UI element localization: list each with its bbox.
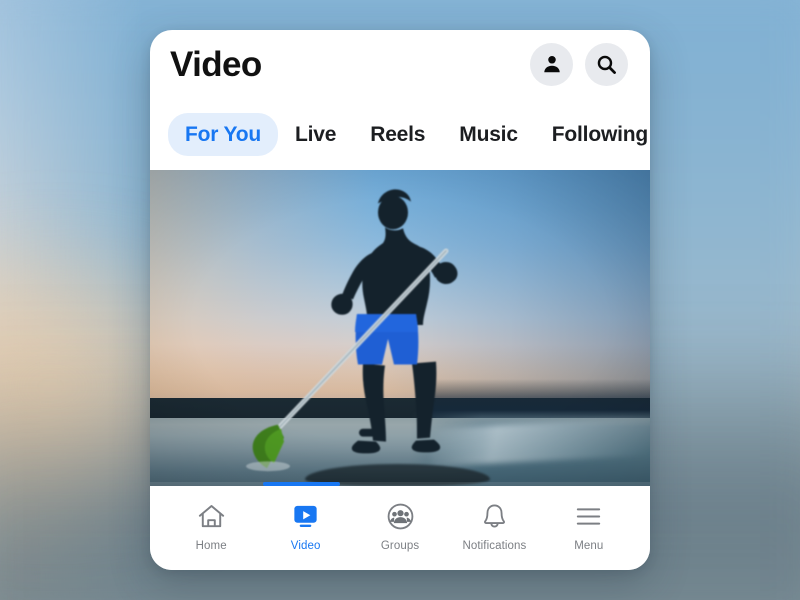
- tab-music[interactable]: Music: [442, 113, 535, 156]
- nav-label-video: Video: [290, 539, 321, 552]
- app-header: Video: [150, 30, 650, 98]
- tab-live[interactable]: Live: [278, 113, 353, 156]
- nav-item-menu[interactable]: Menu: [542, 500, 636, 553]
- nav-item-groups[interactable]: Groups: [353, 500, 447, 553]
- video-vignette: [150, 170, 650, 486]
- groups-icon: [385, 500, 416, 534]
- nav-label-menu: Menu: [574, 539, 604, 552]
- tab-following[interactable]: Following: [535, 113, 650, 156]
- bottom-navigation: Home Video Groups Notifications Menu: [150, 486, 650, 570]
- nav-label-notifications: Notifications: [462, 539, 527, 552]
- page-title: Video: [170, 44, 262, 84]
- bell-icon: [479, 500, 510, 534]
- app-card: Video For You Live Reels Music Following…: [150, 30, 650, 570]
- hamburger-menu-icon: [573, 500, 604, 534]
- header-actions: [530, 42, 628, 86]
- search-icon: [595, 53, 618, 76]
- profile-button[interactable]: [530, 42, 573, 86]
- search-button[interactable]: [585, 42, 628, 86]
- video-progress-bar[interactable]: [150, 482, 650, 486]
- category-tabs: For You Live Reels Music Following: [150, 98, 650, 170]
- nav-label-groups: Groups: [380, 539, 420, 552]
- nav-item-home[interactable]: Home: [164, 500, 258, 553]
- video-progress-fill: [262, 482, 340, 486]
- tab-reels[interactable]: Reels: [353, 113, 442, 156]
- video-icon: [290, 500, 321, 534]
- video-player[interactable]: [150, 170, 650, 486]
- home-icon: [196, 500, 227, 534]
- profile-icon: [541, 53, 563, 75]
- tab-for-you[interactable]: For You: [168, 112, 278, 156]
- nav-item-notifications[interactable]: Notifications: [447, 500, 541, 553]
- nav-item-video[interactable]: Video: [258, 500, 352, 553]
- nav-label-home: Home: [195, 539, 227, 552]
